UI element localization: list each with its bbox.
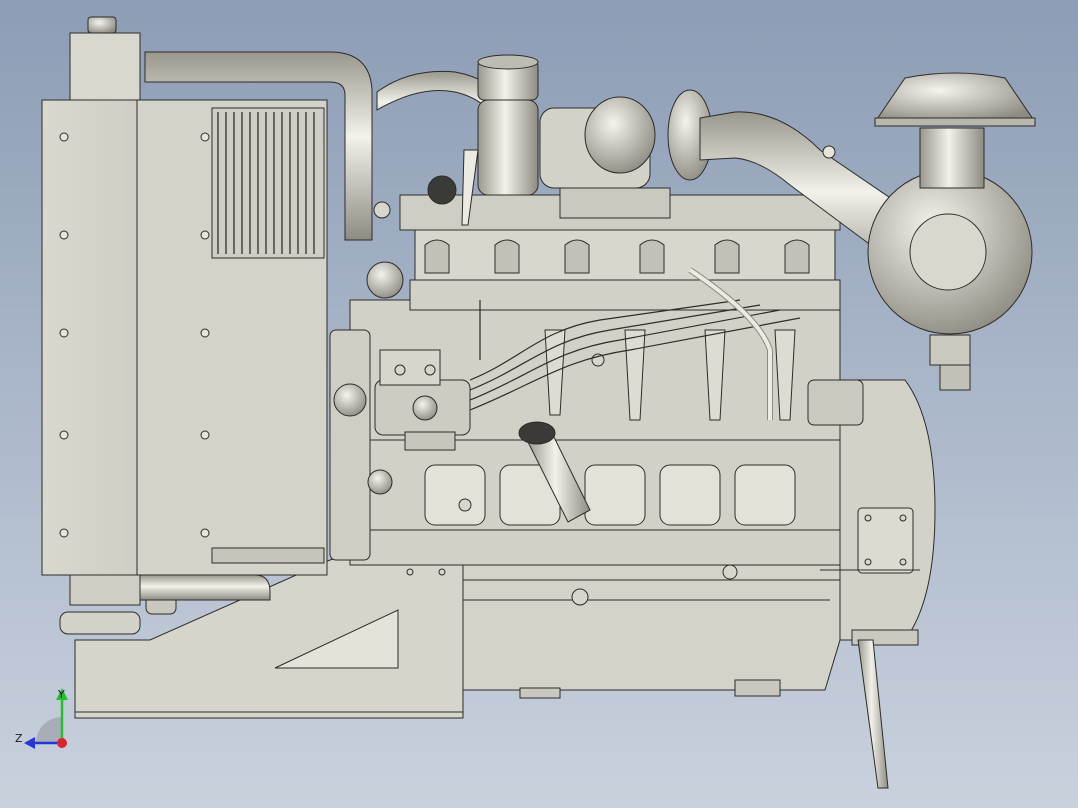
orientation-triad: [24, 688, 68, 749]
drain-rod: [857, 639, 889, 789]
cad-viewport[interactable]: Y Z: [0, 0, 1078, 808]
triad-plane: [36, 717, 62, 743]
engine-model[interactable]: [0, 0, 1078, 808]
oil-pan: [462, 559, 841, 699]
z-axis-arrow: [24, 737, 35, 749]
y-axis-label: Y: [58, 688, 65, 701]
crossover-pipe: [376, 54, 539, 196]
lower-coolant-hose: [139, 574, 271, 601]
z-axis-label: Z: [15, 732, 23, 745]
x-axis-dot: [57, 738, 67, 748]
